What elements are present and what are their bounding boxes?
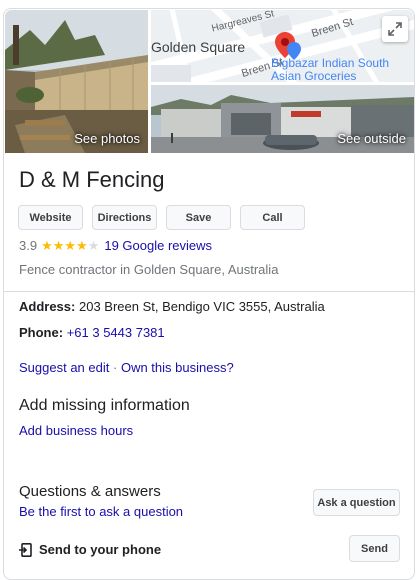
send-to-phone-label: Send to your phone <box>39 542 162 557</box>
divider <box>4 291 414 292</box>
qa-heading: Questions & answers <box>19 483 161 500</box>
phone-row: Phone: +61 3 5443 7381 <box>19 325 165 340</box>
map-place-label: Bigbazar Indian South Asian Groceries <box>271 56 390 83</box>
expand-map-button[interactable] <box>382 16 408 42</box>
suggest-edit-link[interactable]: Suggest an edit <box>19 360 109 375</box>
suggest-row: Suggest an edit · Own this business? <box>19 360 234 375</box>
business-category: Fence contractor in Golden Square, Austr… <box>19 262 279 277</box>
rating-row: 3.9 ★ ★ ★ ★ ★ 19 Google reviews <box>19 238 212 253</box>
send-to-phone-icon <box>19 542 32 557</box>
see-photos-tile[interactable]: See photos <box>5 10 148 153</box>
ask-question-button[interactable]: Ask a question <box>313 489 400 516</box>
phone-label: Phone: <box>19 325 64 340</box>
phone-link[interactable]: +61 3 5443 7381 <box>67 325 165 340</box>
missing-info-heading: Add missing information <box>19 397 190 414</box>
map-tile[interactable]: Hargreaves St Breen St Breen St Golden S… <box>151 10 414 82</box>
star-icon: ★ <box>76 238 88 253</box>
address-row: Address: 203 Breen St, Bendigo VIC 3555,… <box>19 299 325 314</box>
save-button[interactable]: Save <box>166 205 231 230</box>
address-label: Address: <box>19 299 76 314</box>
address-value: 203 Breen St, Bendigo VIC 3555, Australi… <box>78 299 325 314</box>
rating-value: 3.9 <box>19 238 38 253</box>
add-business-hours-link[interactable]: Add business hours <box>19 423 133 438</box>
photo-strip: See photos Hargreaves St Breen St Breen … <box>4 9 414 154</box>
star-icon: ★ <box>64 238 77 253</box>
star-rating: ★ ★ ★ ★ ★ <box>41 239 99 252</box>
send-to-phone-row[interactable]: Send to your phone <box>19 542 161 557</box>
see-outside-label: See outside <box>337 131 406 146</box>
star-icon: ★ <box>87 238 100 253</box>
action-buttons: Website Directions Save Call <box>18 205 305 230</box>
star-icon: ★ <box>52 238 65 253</box>
own-business-link[interactable]: Own this business? <box>121 360 234 375</box>
see-outside-tile[interactable]: See outside <box>151 85 414 153</box>
business-knowledge-panel: See photos Hargreaves St Breen St Breen … <box>3 8 415 580</box>
see-photos-label: See photos <box>74 131 140 146</box>
send-button[interactable]: Send <box>349 535 400 562</box>
map-suburb-label: Golden Square <box>151 39 246 55</box>
directions-button[interactable]: Directions <box>92 205 157 230</box>
google-reviews-link[interactable]: 19 Google reviews <box>104 238 212 253</box>
star-icon: ★ <box>41 238 53 253</box>
business-name: D & M Fencing <box>19 167 165 192</box>
link-separator: · <box>112 360 118 375</box>
call-button[interactable]: Call <box>240 205 305 230</box>
website-button[interactable]: Website <box>18 205 83 230</box>
ask-first-question-link[interactable]: Be the first to ask a question <box>19 504 183 519</box>
expand-icon <box>388 22 402 36</box>
